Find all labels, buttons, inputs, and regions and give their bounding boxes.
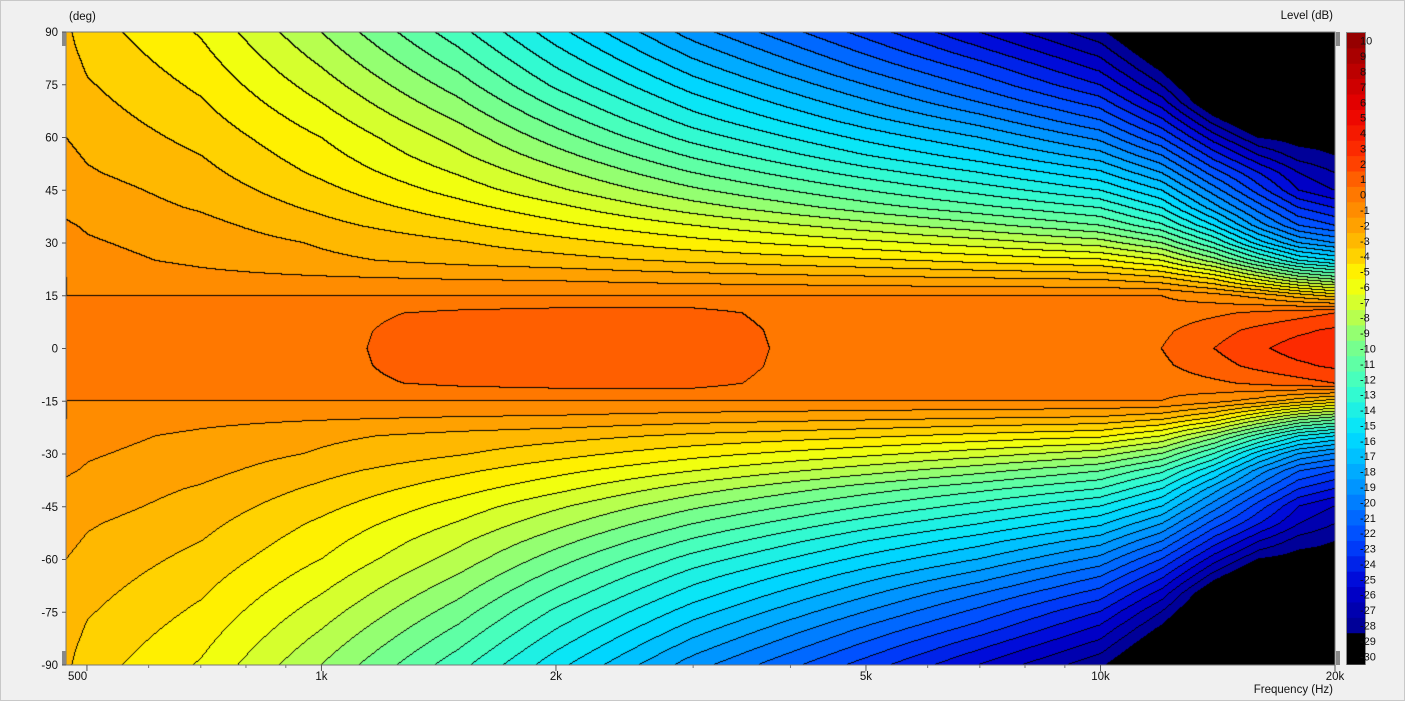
colorbar-level-label: -1 xyxy=(1360,205,1370,217)
range-handle[interactable] xyxy=(1336,32,1340,46)
x-tick-label: 500 xyxy=(68,671,87,683)
level-contour-bands xyxy=(66,32,1335,665)
y-tick-label: 90 xyxy=(45,27,58,39)
colorbar-level-label: -14 xyxy=(1360,405,1376,417)
colorbar-level-label: -27 xyxy=(1360,605,1376,617)
colorbar-level-label: -30 xyxy=(1360,651,1376,663)
colorbar-level-label: 9 xyxy=(1360,51,1366,63)
y-tick-label: 15 xyxy=(45,291,58,303)
colorbar-level-label: -16 xyxy=(1360,436,1376,448)
colorbar-level-label: -6 xyxy=(1360,282,1370,294)
colorbar-level-label: 5 xyxy=(1360,113,1366,125)
colorbar-level-label: -7 xyxy=(1360,297,1370,309)
colorbar-level-label: -2 xyxy=(1360,220,1370,232)
colorbar-level-label: -5 xyxy=(1360,267,1370,279)
y-axis-unit-label: (deg) xyxy=(69,11,96,23)
y-tick-label: 0 xyxy=(52,344,58,356)
colorbar-level-label: -28 xyxy=(1360,621,1376,633)
x-tick-label: 20k xyxy=(1326,671,1345,683)
y-tick-label: -30 xyxy=(41,449,58,461)
colorbar-level-label: -24 xyxy=(1360,559,1376,571)
colorbar-level-label: -17 xyxy=(1360,451,1376,463)
colorbar-level-label: -25 xyxy=(1360,574,1376,586)
colorbar-level-label: -22 xyxy=(1360,528,1376,540)
colorbar-level-label: -13 xyxy=(1360,390,1376,402)
range-handle[interactable] xyxy=(1336,651,1340,665)
colorbar-level-label: -12 xyxy=(1360,374,1376,386)
y-tick-label: 60 xyxy=(45,133,58,145)
colorbar-level-label: -21 xyxy=(1360,513,1376,525)
colorbar-level-label: -8 xyxy=(1360,313,1370,325)
y-tick-label: 75 xyxy=(45,80,58,92)
colorbar-level-label: -18 xyxy=(1360,467,1376,479)
x-axis-unit-label: Frequency (Hz) xyxy=(1254,684,1333,696)
colorbar-level-label: -15 xyxy=(1360,420,1376,432)
x-tick-label: 5k xyxy=(860,671,872,683)
colorbar-level-label: 0 xyxy=(1360,190,1366,202)
y-tick-label: 45 xyxy=(45,185,58,197)
colorbar-level-label: -19 xyxy=(1360,482,1376,494)
colorbar-level-label: 2 xyxy=(1360,159,1366,171)
colorbar-level-label: 6 xyxy=(1360,97,1366,109)
colorbar-level-label: -4 xyxy=(1360,251,1370,263)
colorbar-level-label: 8 xyxy=(1360,66,1366,78)
contour-plot-area xyxy=(62,31,1340,666)
y-tick-label: -60 xyxy=(41,555,58,567)
chart-frame: (deg) Level (dB) Frequency (Hz) 90 75 60 45… xyxy=(0,0,1405,701)
colorbar-level-label: -26 xyxy=(1360,590,1376,602)
range-handle[interactable] xyxy=(62,651,66,665)
colorbar-level-label: -23 xyxy=(1360,544,1376,556)
colorbar-level-label: 7 xyxy=(1360,82,1366,94)
colorbar-level-label: -29 xyxy=(1360,636,1376,648)
colorbar-level-label: -9 xyxy=(1360,328,1370,340)
y-tick-label: -45 xyxy=(41,502,58,514)
colorbar-title: Level (dB) xyxy=(1281,10,1334,22)
y-tick-label: -15 xyxy=(41,396,58,408)
colorbar-level-label: 4 xyxy=(1360,128,1366,140)
x-tick-label: 10k xyxy=(1091,671,1110,683)
x-tick-label: 2k xyxy=(550,671,562,683)
colorbar-level-label: -3 xyxy=(1360,236,1370,248)
colorbar-level-label: -10 xyxy=(1360,344,1376,356)
colorbar-level-label: 3 xyxy=(1360,143,1366,155)
x-tick-label: 1k xyxy=(315,671,327,683)
range-handle[interactable] xyxy=(62,32,66,46)
colorbar-level-label: -20 xyxy=(1360,497,1376,509)
colorbar-level-label: -11 xyxy=(1360,359,1375,371)
y-tick-label: -90 xyxy=(41,660,58,672)
colorbar-level-label: 1 xyxy=(1360,174,1366,186)
directivity-chart: (deg) Level (dB) Frequency (Hz) 90756045… xyxy=(0,0,1405,701)
y-tick-label: 30 xyxy=(45,238,58,250)
colorbar-level-label: 10 xyxy=(1360,36,1372,48)
y-tick-label: -75 xyxy=(41,607,58,619)
